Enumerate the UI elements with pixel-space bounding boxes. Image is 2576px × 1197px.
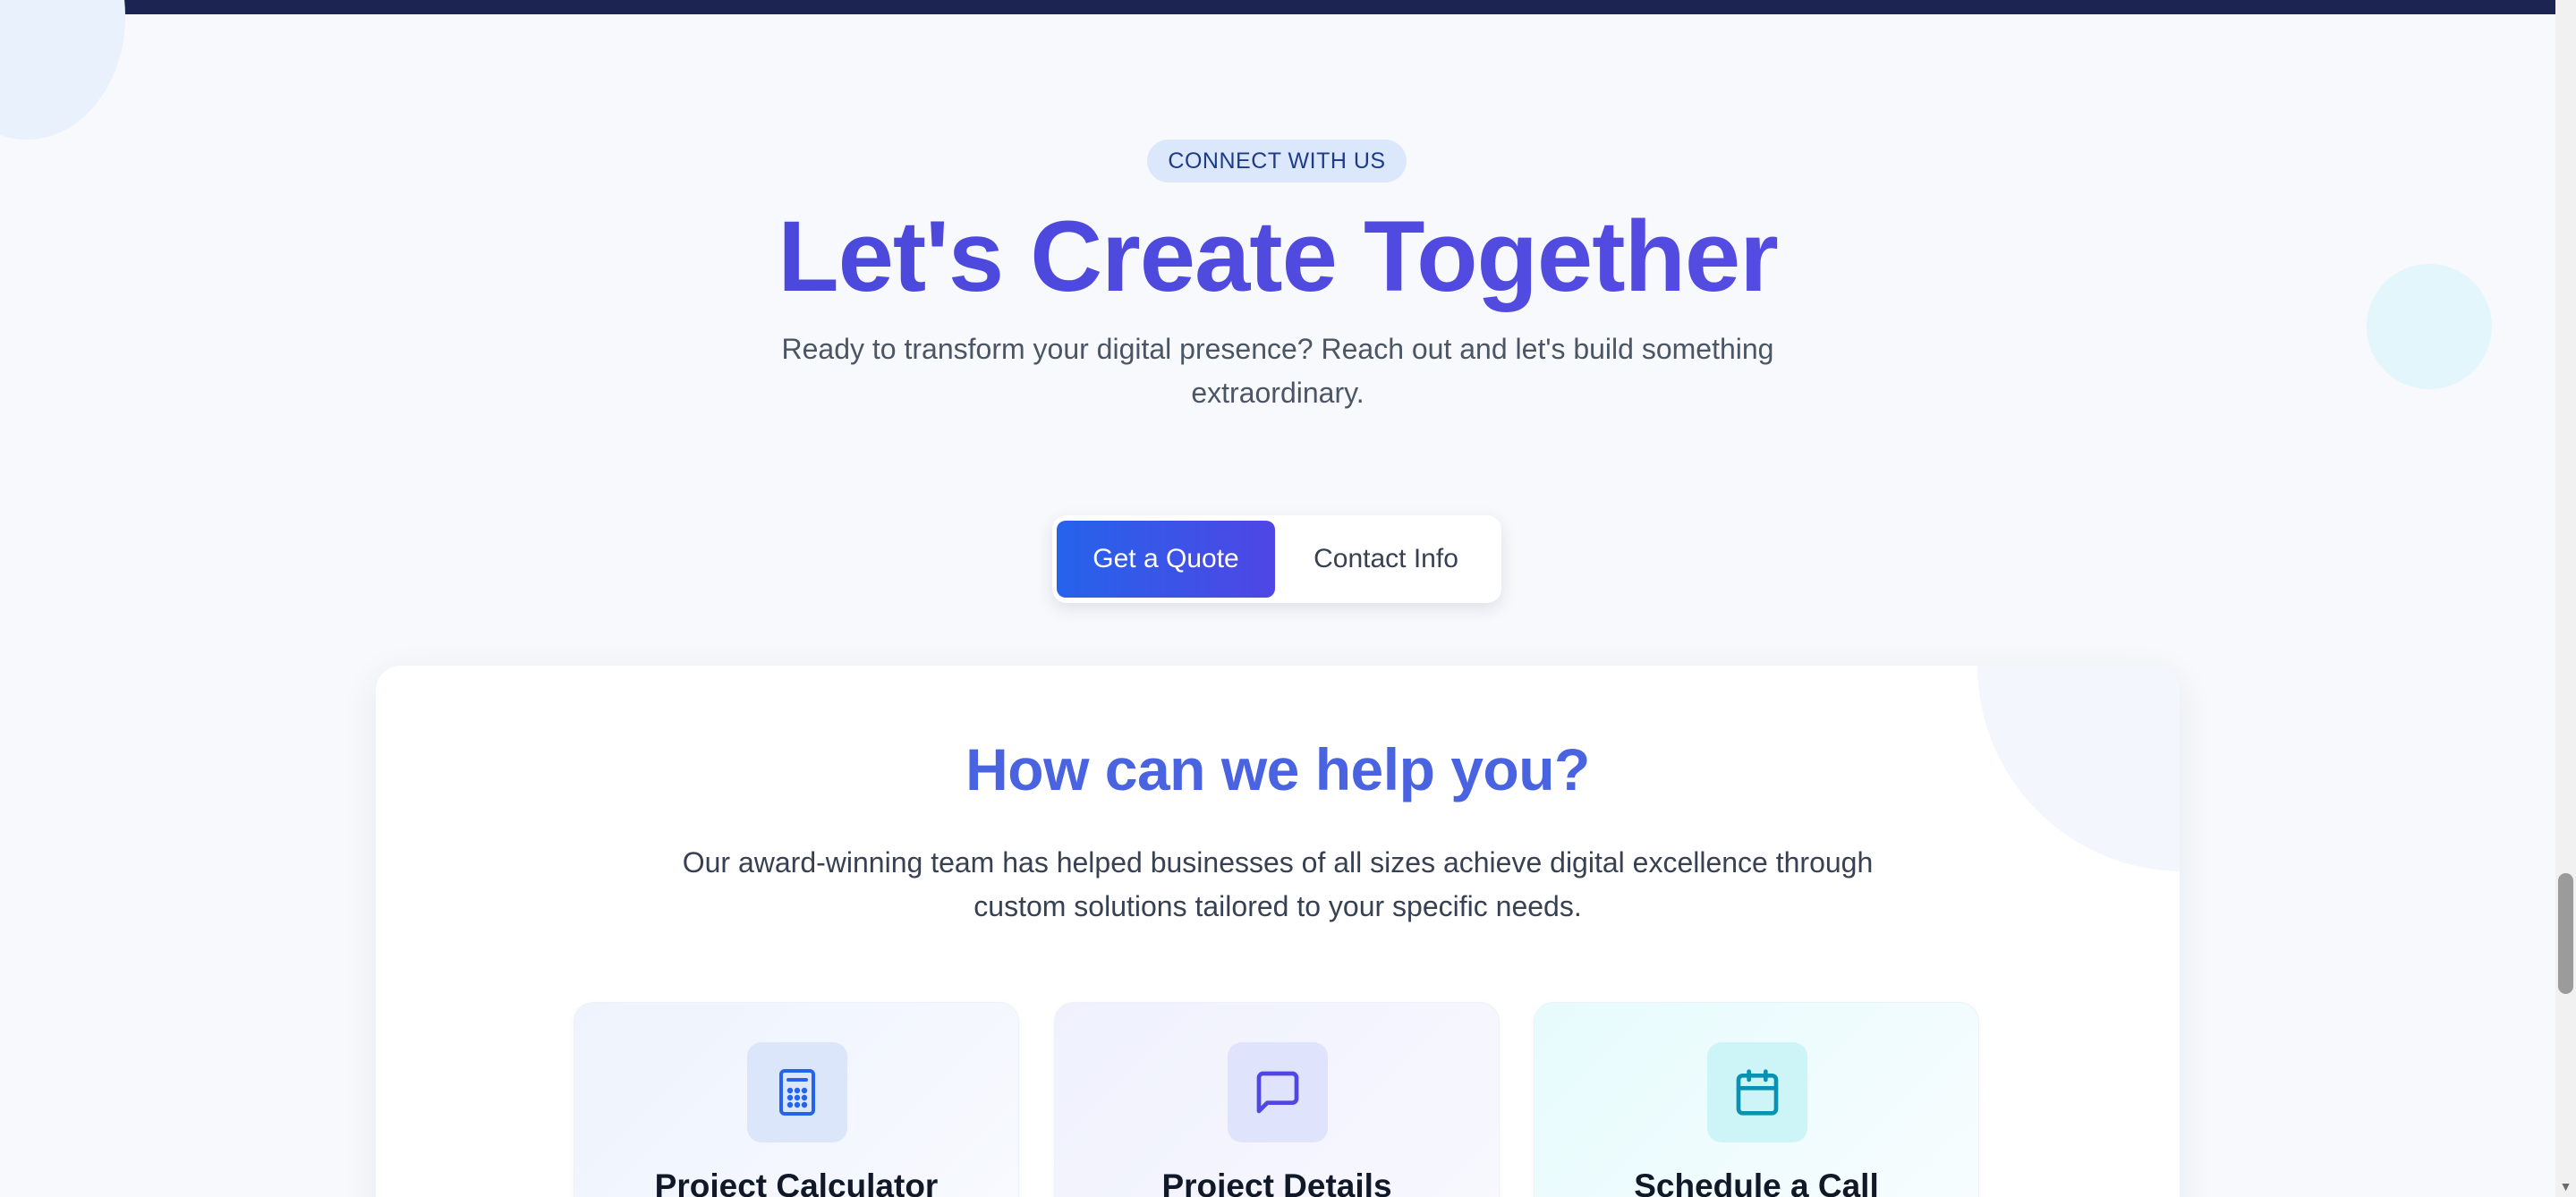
option-title: Schedule a Call bbox=[1634, 1167, 1879, 1197]
option-card-project-calculator[interactable]: Project Calculator bbox=[574, 1002, 1019, 1197]
scrollbar[interactable] bbox=[2555, 0, 2576, 1197]
top-nav-bar bbox=[0, 0, 2555, 14]
decorative-circle bbox=[0, 0, 125, 140]
option-card-schedule-call[interactable]: Schedule a Call bbox=[1534, 1002, 1979, 1197]
option-title: Project Calculator bbox=[654, 1167, 939, 1197]
hero-title: Let's Create Together bbox=[0, 199, 2555, 315]
message-square-icon bbox=[1228, 1042, 1328, 1142]
help-subtitle: Our award-winning team has helped busine… bbox=[682, 846, 1874, 922]
calculator-icon bbox=[747, 1042, 847, 1142]
contact-info-button[interactable]: Contact Info bbox=[1275, 521, 1497, 598]
calendar-icon bbox=[1707, 1042, 1807, 1142]
section-badge: CONNECT WITH US bbox=[1147, 140, 1407, 183]
tab-toggle-group: Get a Quote Contact Info bbox=[1052, 515, 1501, 603]
help-title: How can we help you? bbox=[965, 736, 1590, 802]
option-title: Project Details bbox=[1161, 1167, 1392, 1197]
hero-subtitle: Ready to transform your digital presence… bbox=[781, 333, 1774, 409]
option-card-project-details[interactable]: Project Details bbox=[1054, 1002, 1500, 1197]
get-quote-button[interactable]: Get a Quote bbox=[1057, 521, 1275, 598]
scroll-down-arrow-icon[interactable]: ▼ bbox=[2558, 1179, 2573, 1193]
scrollbar-thumb[interactable] bbox=[2558, 873, 2573, 994]
